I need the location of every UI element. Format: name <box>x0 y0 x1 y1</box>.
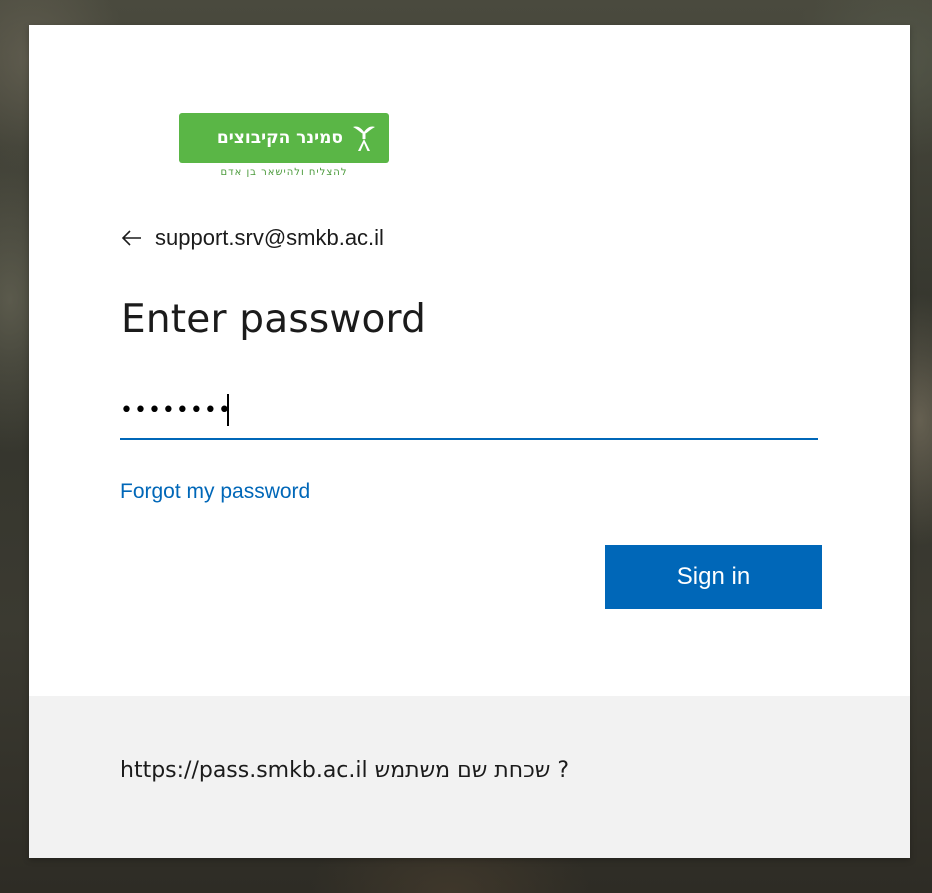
organization-logo: סמינר הקיבוצים להצליח ולהישאר בן אדם <box>179 113 389 185</box>
seminar-emblem-icon <box>353 126 375 151</box>
logo-banner: סמינר הקיבוצים <box>179 113 389 163</box>
identity-email: support.srv@smkb.ac.il <box>155 225 384 250</box>
password-input[interactable] <box>120 388 818 432</box>
signin-panel: סמינר הקיבוצים להצליח ולהישאר בן אדם sup… <box>29 25 910 696</box>
footer-panel: ? שכחת שם משתמש https://pass.smkb.ac.il <box>29 696 910 858</box>
logo-tagline: להצליח ולהישאר בן אדם <box>220 167 348 178</box>
signin-card: סמינר הקיבוצים להצליח ולהישאר בן אדם sup… <box>29 25 910 858</box>
identity-banner[interactable]: support.srv@smkb.ac.il <box>121 225 384 251</box>
forgot-password-link[interactable]: Forgot my password <box>120 480 310 504</box>
sign-in-button[interactable]: Sign in <box>605 545 822 609</box>
text-caret <box>227 394 229 426</box>
logo-name: סמינר הקיבוצים <box>216 128 343 148</box>
password-field-container <box>120 382 818 440</box>
back-arrow-icon[interactable] <box>121 227 143 249</box>
footer-help-text: ? שכחת שם משתמש https://pass.smkb.ac.il <box>120 758 570 783</box>
page-title: Enter password <box>121 297 427 342</box>
